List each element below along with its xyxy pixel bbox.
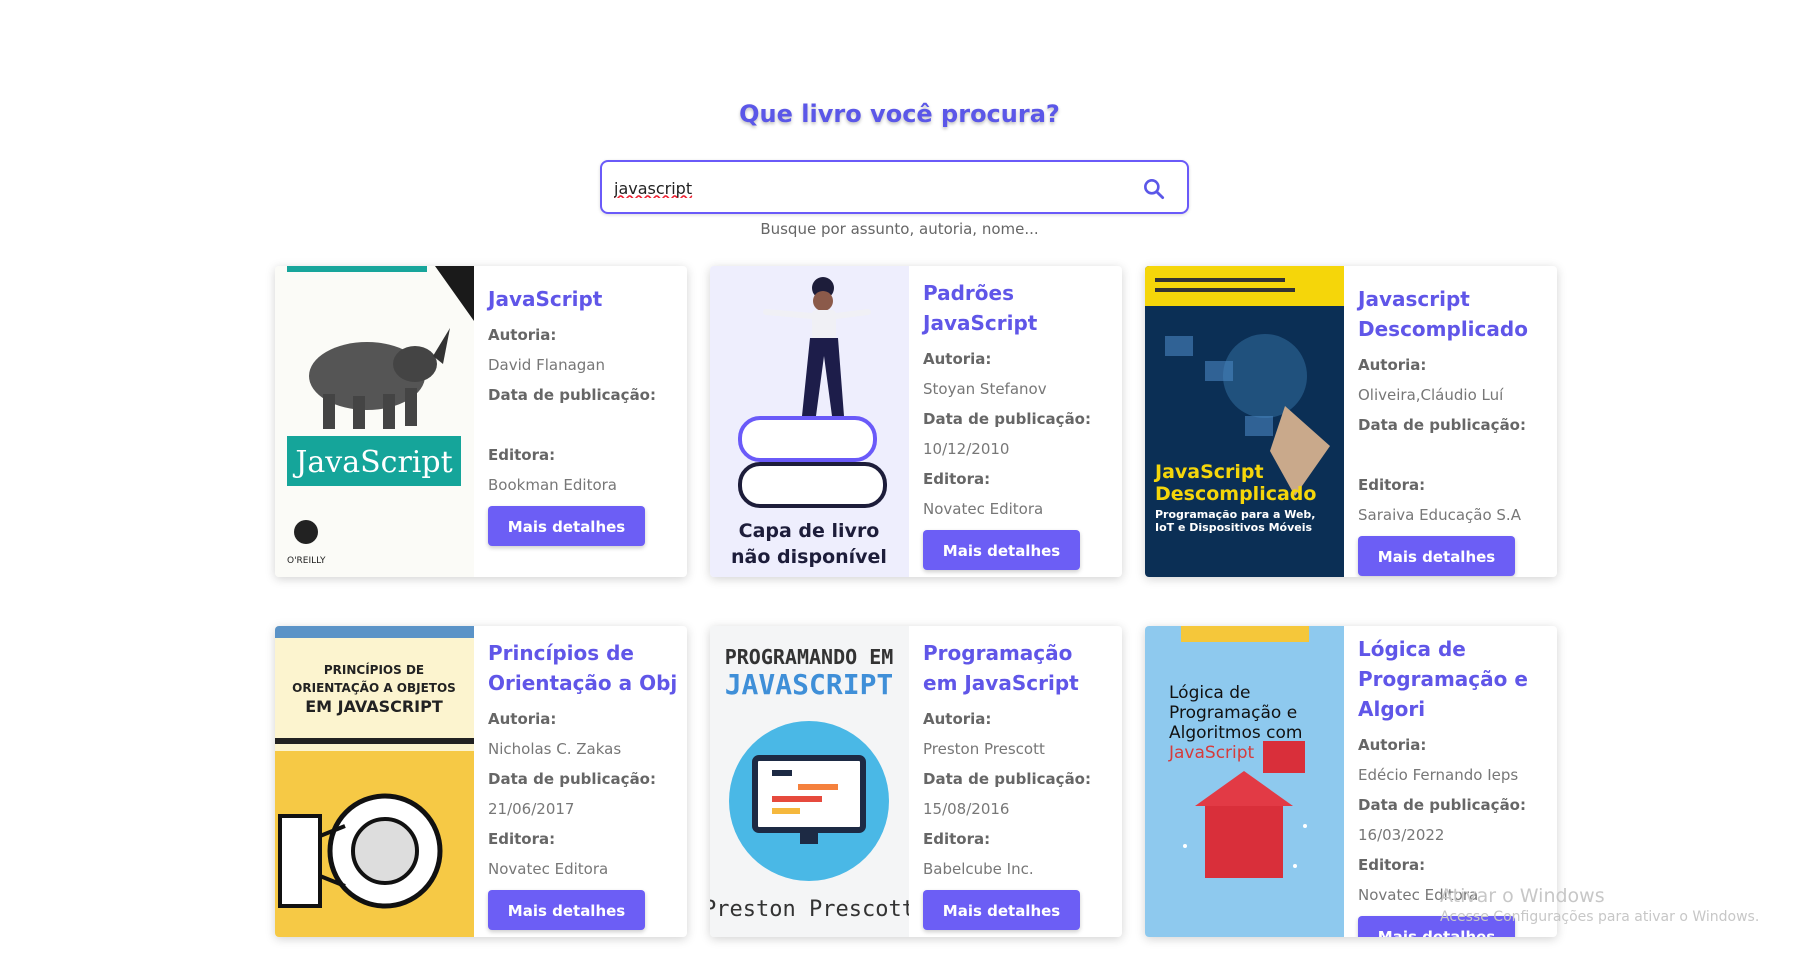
publisher-value: Saraiva Educação S.A: [1358, 506, 1521, 524]
svg-text:não disponível: não disponível: [731, 546, 887, 568]
author-label: Autoria:: [923, 710, 992, 728]
author-label: Autoria:: [488, 710, 557, 728]
author-label: Autoria:: [488, 326, 557, 344]
search-hint: Busque por assunto, autoria, nome...: [760, 220, 1039, 238]
svg-text:JavaScript: JavaScript: [1168, 743, 1255, 763]
author-value: Edécio Fernando Ieps: [1358, 766, 1519, 784]
book-info: Lógica de Programação e Algori Autoria: …: [1358, 634, 1548, 937]
date-value: 15/08/2016: [923, 800, 1010, 818]
search-section: Que livro você procura? Busque por assun…: [0, 100, 1799, 238]
publisher-label: Editora:: [923, 830, 991, 848]
svg-text:Programação para a Web,: Programação para a Web,: [1155, 508, 1315, 521]
svg-text:JavaScript: JavaScript: [292, 445, 452, 480]
book-title: Lógica de Programação e Algori: [1358, 637, 1528, 721]
details-button[interactable]: Mais detalhes: [488, 890, 645, 930]
publisher-value: Novatec Editora: [488, 860, 609, 878]
book-title: Padrões JavaScript: [923, 281, 1038, 335]
publisher-value: Babelcube Inc.: [923, 860, 1034, 878]
date-label: Data de publicação:: [488, 770, 656, 788]
search-heading: Que livro você procura?: [739, 100, 1060, 128]
date-label: Data de publicação:: [923, 770, 1091, 788]
book-cover-image: Lógica de Programação e Algoritmos com J…: [1145, 626, 1344, 937]
svg-text:Lógica de: Lógica de: [1169, 683, 1251, 703]
search-icon[interactable]: [1141, 176, 1167, 202]
book-info: Javascript Descomplicado Autoria: Olivei…: [1358, 284, 1548, 576]
publisher-label: Editora:: [488, 830, 556, 848]
details-button[interactable]: Mais detalhes: [1358, 536, 1515, 576]
date-label: Data de publicação:: [923, 410, 1091, 428]
svg-text:IoT e Dispositivos Móveis: IoT e Dispositivos Móveis: [1155, 521, 1313, 534]
book-cover-placeholder: Capa de livro não disponível: [710, 266, 909, 577]
date-value: 21/06/2017: [488, 800, 575, 818]
author-label: Autoria:: [1358, 356, 1427, 374]
book-title: Programação em JavaScript: [923, 641, 1079, 695]
book-card: PROGRAMANDO EM JAVASCRIPT Preston Presco…: [710, 626, 1122, 937]
book-info: JavaScript Autoria: David Flanagan Data …: [488, 284, 678, 546]
details-button[interactable]: Mais detalhes: [488, 506, 645, 546]
svg-text:PROGRAMANDO EM: PROGRAMANDO EM: [725, 645, 894, 669]
book-info: Programação em JavaScript Autoria: Prest…: [923, 638, 1113, 930]
svg-text:Descomplicado: Descomplicado: [1155, 483, 1316, 505]
details-button[interactable]: Mais detalhes: [923, 890, 1080, 930]
book-title: Javascript Descomplicado: [1358, 287, 1528, 341]
book-title: JavaScript: [488, 287, 603, 311]
author-value: Oliveira,Cláudio Luí: [1358, 386, 1504, 404]
publisher-label: Editora:: [488, 446, 556, 464]
book-title: Princípios de Orientação a Obj: [488, 641, 678, 695]
date-value: [488, 410, 678, 440]
author-label: Autoria:: [1358, 736, 1427, 754]
date-value: 10/12/2010: [923, 440, 1010, 458]
search-input[interactable]: [612, 172, 1116, 204]
author-value: Preston Prescott: [923, 740, 1045, 758]
details-button[interactable]: Mais detalhes: [1358, 916, 1515, 937]
date-label: Data de publicação:: [1358, 796, 1526, 814]
book-cover-image: JavaScript Descomplicado Programação par…: [1145, 266, 1344, 577]
svg-text:JavaScript: JavaScript: [1153, 461, 1264, 483]
author-value: Nicholas C. Zakas: [488, 740, 622, 758]
date-value: [1358, 440, 1548, 470]
publisher-label: Editora:: [923, 470, 991, 488]
svg-text:JAVASCRIPT: JAVASCRIPT: [725, 668, 894, 701]
publisher-label: Editora:: [1358, 476, 1426, 494]
publisher-value: Novatec Editora: [923, 500, 1044, 518]
publisher-value: Novatec Editora: [1358, 886, 1479, 904]
book-info: Princípios de Orientação a Obj Autoria: …: [488, 638, 678, 930]
book-cover-image: PROGRAMANDO EM JAVASCRIPT Preston Presco…: [710, 626, 909, 937]
svg-text:O'REILLY: O'REILLY: [287, 556, 326, 566]
author-label: Autoria:: [923, 350, 992, 368]
book-card: PRINCÍPIOS DE ORIENTAÇÃO A OBJETOS EM JA…: [275, 626, 687, 937]
svg-text:ORIENTAÇÃO A OBJETOS: ORIENTAÇÃO A OBJETOS: [292, 680, 456, 695]
publisher-value: Bookman Editora: [488, 476, 617, 494]
svg-text:Capa de livro: Capa de livro: [739, 520, 880, 542]
svg-text:EM JAVASCRIPT: EM JAVASCRIPT: [305, 697, 443, 716]
author-value: David Flanagan: [488, 356, 605, 374]
publisher-label: Editora:: [1358, 856, 1426, 874]
search-box[interactable]: [600, 160, 1189, 214]
date-value: 16/03/2022: [1358, 826, 1445, 844]
book-card: Capa de livro não disponível Padrões Jav…: [710, 266, 1122, 577]
book-cover-image: PRINCÍPIOS DE ORIENTAÇÃO A OBJETOS EM JA…: [275, 626, 474, 937]
svg-text:Preston Prescott: Preston Prescott: [710, 897, 909, 922]
book-card: JavaScript Descomplicado Programação par…: [1145, 266, 1557, 577]
svg-text:Algoritmos com: Algoritmos com: [1169, 723, 1302, 743]
book-cover-image: JavaScript O'REILLY: [275, 266, 474, 577]
date-label: Data de publicação:: [488, 386, 656, 404]
book-card: JavaScript O'REILLY JavaScript Autoria: …: [275, 266, 687, 577]
author-value: Stoyan Stefanov: [923, 380, 1047, 398]
book-info: Padrões JavaScript Autoria: Stoyan Stefa…: [923, 278, 1113, 570]
book-card: Lógica de Programação e Algoritmos com J…: [1145, 626, 1557, 937]
date-label: Data de publicação:: [1358, 416, 1526, 434]
svg-text:PRINCÍPIOS DE: PRINCÍPIOS DE: [324, 662, 424, 677]
svg-text:Programação e: Programação e: [1169, 703, 1297, 723]
details-button[interactable]: Mais detalhes: [923, 530, 1080, 570]
